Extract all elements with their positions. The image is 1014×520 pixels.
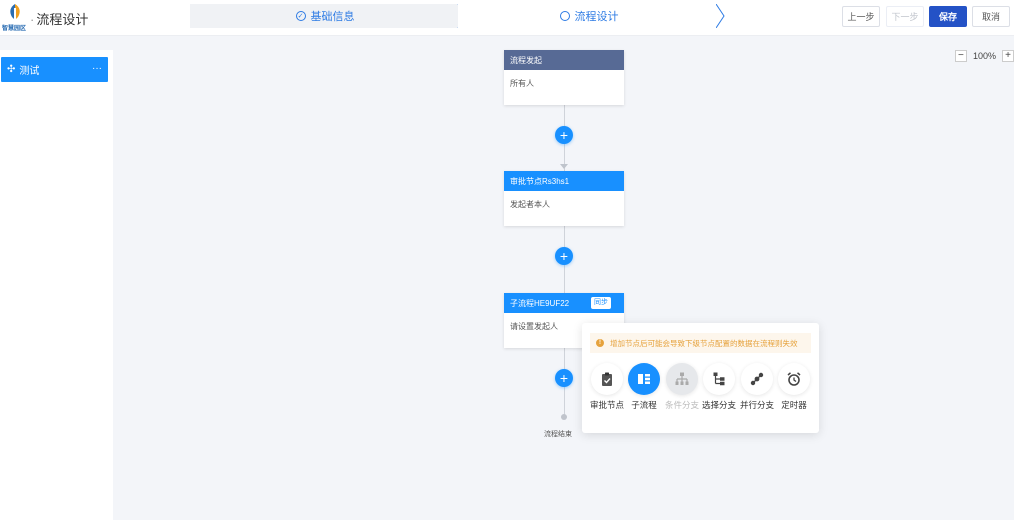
warning-text: 增加节点后可能会导致下级节点配置的数据在流程则失效 (610, 338, 798, 348)
alarm-clock-icon (787, 372, 801, 386)
zoom-control: − 100% + (954, 50, 1014, 62)
header: 智慧园区 · 流程设计 ✓ 基础信息 流程设计 上一步 下一步 保存 取消 (0, 0, 1014, 36)
arrow-down-icon (560, 164, 568, 169)
page-title: · 流程设计 (30, 12, 89, 27)
node-type-circle (741, 363, 773, 395)
add-node-button[interactable]: + (555, 126, 573, 144)
node-type-label: 条件分支 (664, 400, 699, 410)
node-type-label: 审批节点 (589, 400, 624, 410)
save-button[interactable]: 保存 (929, 6, 967, 27)
node-type-subprocess[interactable]: 子流程 (626, 363, 662, 411)
warning-icon: ! (596, 339, 604, 347)
zoom-out-button[interactable]: − (954, 50, 967, 62)
add-node-popover: ! 增加节点后可能会导致下级节点配置的数据在流程则失效 审批节点 子流程 条件分… (582, 323, 819, 433)
node-type-circle (703, 363, 735, 395)
node-title: 流程发起 (504, 50, 624, 70)
sidebar-item-label: 测试 (19, 66, 40, 77)
step-basic-info-label: 基础信息 (310, 11, 355, 23)
node-type-condition[interactable]: 条件分支 (664, 363, 700, 411)
logo-text: 智慧园区 (2, 26, 27, 32)
node-type-timer[interactable]: 定时器 (776, 363, 812, 411)
node-type-circle (591, 363, 623, 395)
sync-tag: 同步 (591, 297, 611, 309)
end-dot-icon (561, 414, 567, 420)
node-type-select-branch[interactable]: 选择分支 (701, 363, 737, 411)
node-body: 所有人 (510, 79, 534, 88)
flow-end-label: 流程结束 (544, 431, 572, 438)
add-node-button[interactable]: + (555, 247, 573, 265)
node-type-circle (666, 363, 698, 395)
node-type-label: 定时器 (781, 400, 807, 410)
prev-step-button[interactable]: 上一步 (842, 6, 880, 27)
check-circle-icon: ✓ (295, 11, 306, 21)
node-title-text: 子流程HE9UF22 (510, 298, 570, 308)
flow-node-start[interactable]: 流程发起 所有人 (504, 50, 624, 105)
circle-icon (559, 11, 570, 21)
step-basic-info[interactable]: ✓ 基础信息 (190, 4, 460, 28)
condition-branch-icon (675, 372, 689, 385)
sidebar: ✣ 测试 ··· (0, 50, 113, 520)
next-step-button[interactable]: 下一步 (886, 6, 924, 27)
node-title: 子流程HE9UF22 同步 (504, 293, 624, 313)
more-options-icon[interactable]: ··· (92, 63, 102, 74)
node-type-circle (628, 363, 660, 395)
step-bar: ✓ 基础信息 流程设计 (190, 4, 730, 28)
sidebar-item-test[interactable]: ✣ 测试 ··· (1, 57, 108, 82)
warning-banner: ! 增加节点后可能会导致下级节点配置的数据在流程则失效 (590, 333, 811, 353)
node-type-label: 并行分支 (739, 400, 774, 410)
select-branch-icon (713, 372, 725, 386)
node-body: 发起者本人 (510, 200, 550, 209)
step-end-chevron-icon (716, 4, 725, 28)
step-process-design[interactable]: 流程设计 (458, 4, 720, 28)
node-type-parallel-branch[interactable]: 并行分支 (739, 363, 775, 411)
node-type-approval[interactable]: 审批节点 (589, 363, 625, 411)
logo: 智慧园区 (2, 3, 28, 33)
node-type-label: 子流程 (631, 400, 657, 410)
zoom-level: 100% (972, 51, 996, 61)
node-type-circle (778, 363, 810, 395)
subprocess-icon (638, 374, 650, 384)
move-icon: ✣ (7, 64, 16, 75)
flow-node-approval[interactable]: 审批节点Rs3hs1 发起者本人 (504, 171, 624, 226)
page-title-text: 流程设计 (36, 12, 89, 27)
flow-canvas: − 100% + 流程发起 所有人 + 审批节点Rs3hs1 发起者本人 + 子… (113, 36, 1014, 520)
node-title: 审批节点Rs3hs1 (504, 171, 624, 191)
node-type-label: 选择分支 (701, 400, 736, 410)
add-node-button[interactable]: + (555, 369, 573, 387)
clipboard-check-icon (602, 372, 612, 386)
cancel-button[interactable]: 取消 (972, 6, 1010, 27)
parallel-branch-icon (750, 372, 764, 386)
logo-mark-icon (10, 4, 20, 20)
zoom-in-button[interactable]: + (1002, 50, 1014, 62)
step-process-design-label: 流程设计 (574, 11, 619, 23)
